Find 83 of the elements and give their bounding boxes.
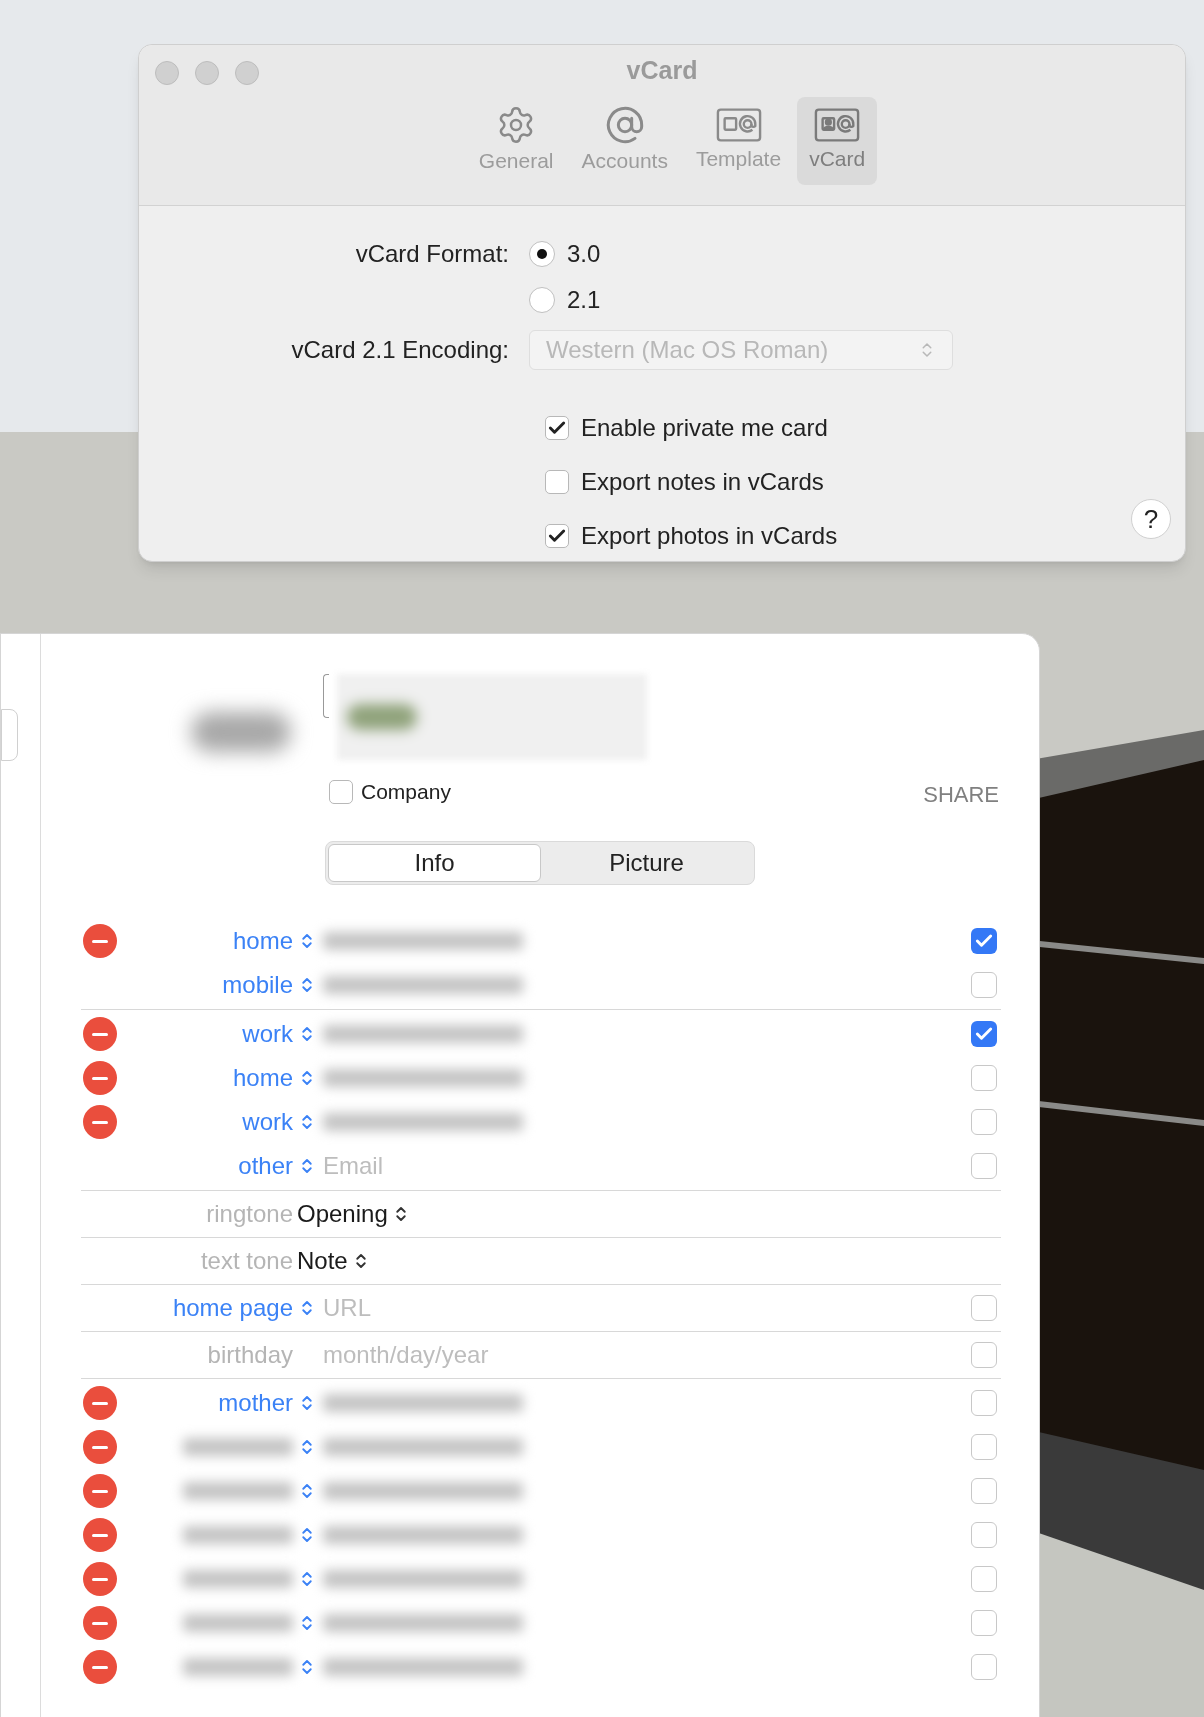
checkbox[interactable] [971,1566,997,1592]
radio-button[interactable] [529,241,555,267]
option-label: Enable private me card [581,413,828,443]
option-label: Export photos in vCards [581,521,838,551]
share-button[interactable]: SHARE [923,778,999,811]
window-title: vCard [626,55,698,87]
minus-icon [92,1621,108,1625]
checkbox[interactable] [971,1654,997,1680]
remove-button[interactable] [83,1562,117,1596]
field-label[interactable]: work [242,1016,293,1052]
field-label[interactable]: home page [172,1290,293,1326]
placeholder-text[interactable]: month/day/year [323,1337,489,1373]
window-control[interactable] [155,61,179,85]
checkbox[interactable] [971,1342,997,1368]
remove-button[interactable] [83,1061,117,1095]
minus-icon [92,1032,108,1036]
minus-icon [92,1665,108,1669]
option-label: Export notes in vCards [581,467,824,497]
radio-label: 2.1 [567,285,601,315]
checkbox[interactable] [971,1610,997,1636]
minus-icon [92,1401,108,1405]
format-label: vCard Format: [354,239,510,269]
segment-tab[interactable]: Info [328,844,541,882]
toolbar-tab[interactable]: Accounts [569,97,680,185]
field-label[interactable]: home [232,1060,293,1096]
checkbox[interactable] [971,1390,997,1416]
checkbox[interactable] [971,1522,997,1548]
minus-icon [92,939,108,943]
checkbox[interactable] [971,1478,997,1504]
company-label: Company [361,778,451,805]
tone-value[interactable]: Opening [297,1196,388,1232]
remove-button[interactable] [83,1474,117,1508]
field-label[interactable]: mother [218,1385,293,1421]
field-label: birthday [207,1340,293,1370]
minus-icon [92,1489,108,1493]
segment-tab[interactable]: Picture [541,844,752,882]
toolbar-tab[interactable]: General [466,97,566,185]
minus-icon [92,1120,108,1124]
checkbox[interactable] [545,416,569,440]
field-label[interactable]: other [238,1148,293,1184]
remove-button[interactable] [83,1518,117,1552]
checkbox[interactable] [971,1153,997,1179]
checkbox[interactable] [545,524,569,548]
field-label[interactable]: mobile [222,967,293,1003]
remove-button[interactable] [83,924,117,958]
radio-label: 3.0 [567,239,601,269]
checkbox[interactable] [971,1021,997,1047]
window-control[interactable] [195,61,219,85]
remove-button[interactable] [83,1430,117,1464]
field-label[interactable]: work [242,1104,293,1140]
checkbox[interactable] [971,972,997,998]
field-border [323,674,329,718]
tone-value[interactable]: Note [297,1243,348,1279]
field-label: ringtone [206,1199,293,1229]
encoding-label: vCard 2.1 Encoding: [290,335,510,365]
toolbar-tab[interactable]: vCard [797,97,878,185]
placeholder-text[interactable]: URL [323,1290,371,1326]
checkbox[interactable] [971,928,997,954]
minus-icon [92,1076,108,1080]
remove-button[interactable] [83,1105,117,1139]
minus-icon [92,1533,108,1537]
remove-button[interactable] [83,1650,117,1684]
checkbox[interactable] [971,1295,997,1321]
template-card-icon [715,107,762,144]
checkbox[interactable] [971,1434,997,1460]
remove-button[interactable] [83,1606,117,1640]
checkbox[interactable] [971,1065,997,1091]
toolbar-tab[interactable]: Template [683,97,794,185]
contact-card-icon [814,107,861,144]
radio-button[interactable] [529,287,555,313]
help-button[interactable]: ? [1131,499,1171,539]
minus-icon [92,1445,108,1449]
field-label: text tone [200,1246,293,1276]
remove-button[interactable] [83,1017,117,1051]
field-label[interactable]: home [232,923,293,959]
checkbox[interactable] [545,470,569,494]
placeholder-text[interactable]: Email [323,1148,383,1184]
minus-icon [92,1577,108,1581]
remove-button[interactable] [83,1386,117,1420]
checkbox[interactable] [329,779,353,804]
sidebar-field[interactable] [1,709,18,761]
checkbox[interactable] [971,1109,997,1135]
window-control[interactable] [235,61,259,85]
